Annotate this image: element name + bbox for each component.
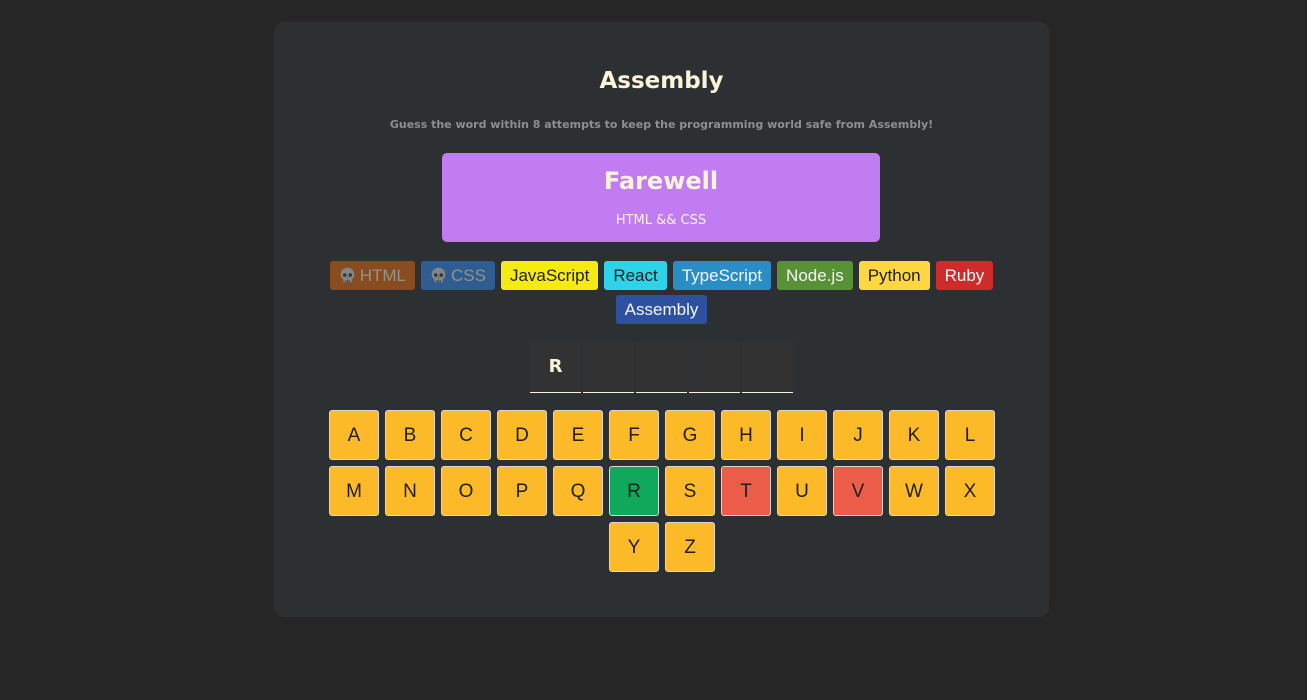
language-chip-javascript: JavaScript <box>500 261 599 290</box>
status-message: HTML && CSS <box>615 213 707 228</box>
language-chip-css: CSS <box>420 261 495 290</box>
key-r[interactable]: R <box>609 466 659 516</box>
key-n[interactable]: N <box>385 466 435 516</box>
key-p[interactable]: P <box>497 466 547 516</box>
key-u[interactable]: U <box>777 466 827 516</box>
language-chips-row: Assembly <box>274 295 1049 324</box>
language-chip-label: CSS <box>450 266 486 285</box>
key-d[interactable]: D <box>497 410 547 460</box>
language-chip-typescript: TypeScript <box>672 261 772 290</box>
letter-tile: R <box>530 342 581 393</box>
key-z[interactable]: Z <box>665 522 715 572</box>
key-l[interactable]: L <box>945 410 995 460</box>
language-chip-ruby: Ruby <box>935 261 994 290</box>
key-c[interactable]: C <box>441 410 491 460</box>
letter-tile <box>636 342 687 393</box>
letter-tile <box>689 342 740 393</box>
language-chip-label: React <box>613 266 658 285</box>
key-s[interactable]: S <box>665 466 715 516</box>
language-chip-assembly: Assembly <box>615 295 708 324</box>
key-i[interactable]: I <box>777 410 827 460</box>
key-y[interactable]: Y <box>609 522 659 572</box>
language-chip-label: JavaScript <box>509 266 590 285</box>
language-chip-label: Ruby <box>944 266 985 285</box>
language-chip-nodejs: Node.js <box>777 261 853 290</box>
game-status-banner: Farewell HTML && CSS <box>442 153 880 242</box>
language-chip-label: HTML <box>359 266 406 285</box>
key-f[interactable]: F <box>609 410 659 460</box>
key-j[interactable]: J <box>833 410 883 460</box>
key-h[interactable]: H <box>721 410 771 460</box>
skull-icon <box>340 267 354 283</box>
language-chip-label: TypeScript <box>681 266 763 285</box>
key-k[interactable]: K <box>889 410 939 460</box>
page-title: Assembly <box>599 68 724 94</box>
key-t[interactable]: T <box>721 466 771 516</box>
key-w[interactable]: W <box>889 466 939 516</box>
key-m[interactable]: M <box>329 466 379 516</box>
key-q[interactable]: Q <box>553 466 603 516</box>
key-a[interactable]: A <box>329 410 379 460</box>
keyboard: ABCDEFGHIJKL MNOPQRSTUVWX YZ <box>326 410 998 572</box>
key-e[interactable]: E <box>553 410 603 460</box>
key-x[interactable]: X <box>945 466 995 516</box>
skull-icon <box>431 267 446 283</box>
key-b[interactable]: B <box>385 410 435 460</box>
status-title: Farewell <box>603 167 719 195</box>
language-chip-html: HTML <box>329 261 415 290</box>
language-chip-python: Python <box>858 261 930 290</box>
language-chip-label: Assembly <box>624 300 699 319</box>
letter-tile <box>742 342 793 393</box>
language-chip-react: React <box>604 261 667 290</box>
game-container: Assembly Guess the word within 8 attempt… <box>274 22 1049 617</box>
language-chips-row: HTML CSS JavaScript React TypeScript Node.js P… <box>274 261 1049 290</box>
page-subtitle: Guess the word within 8 attempts to keep… <box>389 118 934 131</box>
key-o[interactable]: O <box>441 466 491 516</box>
key-g[interactable]: G <box>665 410 715 460</box>
language-chip-label: Python <box>867 266 921 285</box>
word-display: R <box>530 342 793 393</box>
key-v[interactable]: V <box>833 466 883 516</box>
language-chips: HTML CSS JavaScript React TypeScript Node.js P… <box>274 261 1049 329</box>
language-chip-label: Node.js <box>786 266 844 285</box>
letter-tile <box>583 342 634 393</box>
